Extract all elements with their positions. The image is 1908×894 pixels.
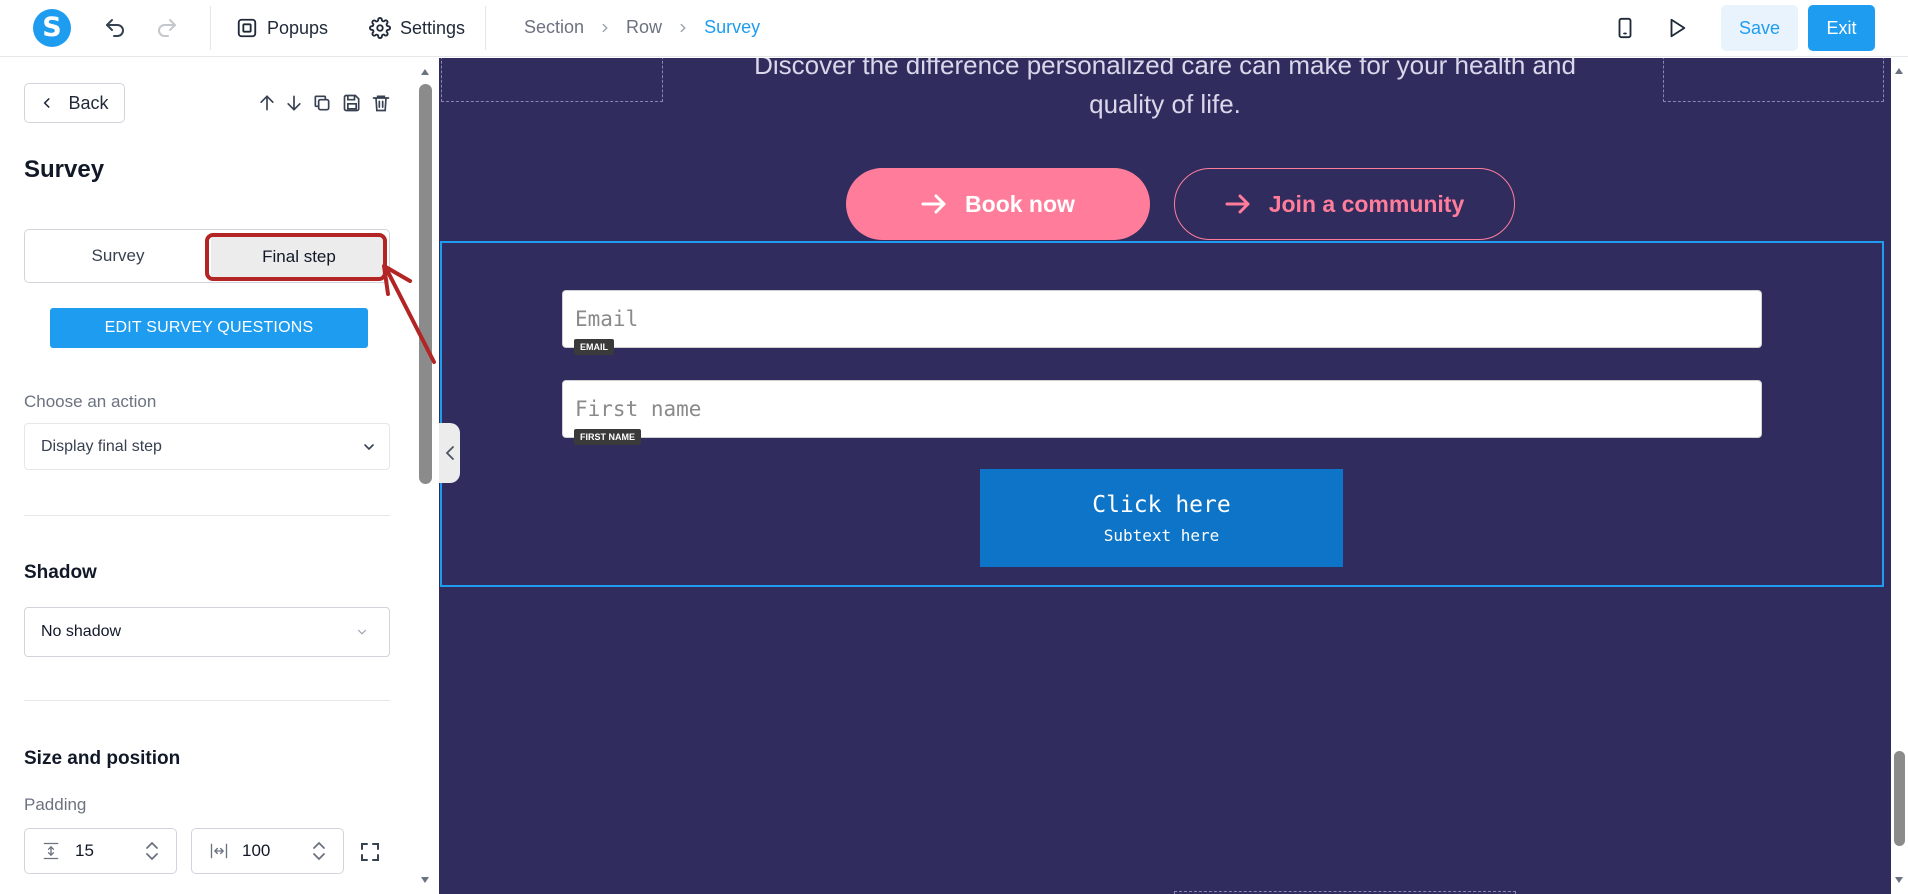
- stepper-icon[interactable]: [311, 839, 327, 863]
- exit-button[interactable]: Exit: [1808, 5, 1875, 51]
- panel-title: Survey: [24, 156, 105, 183]
- breadcrumb: Section Row Survey: [524, 17, 760, 38]
- play-preview-icon[interactable]: [1663, 14, 1691, 42]
- stepper-icon[interactable]: [144, 839, 160, 863]
- shadow-select-value: No shadow: [41, 623, 122, 640]
- chevron-down-icon: [361, 439, 377, 455]
- submit-main-text: Click here: [1092, 491, 1231, 518]
- annotation-arrow-icon: [382, 264, 436, 364]
- app-logo[interactable]: S: [33, 9, 71, 47]
- canvas-scrollbar-thumb[interactable]: [1894, 751, 1905, 846]
- join-community-button[interactable]: Join a community: [1174, 168, 1515, 240]
- shadow-section-title: Shadow: [24, 562, 97, 583]
- submit-subtext: Subtext here: [1103, 525, 1220, 545]
- horizontal-padding-icon: [208, 841, 230, 861]
- chevron-right-icon: [598, 21, 612, 35]
- email-field[interactable]: Email: [562, 290, 1762, 348]
- size-position-title: Size and position: [24, 748, 181, 769]
- edit-survey-questions-button[interactable]: EDIT SURVEY QUESTIONS: [50, 308, 368, 348]
- trash-icon[interactable]: [369, 91, 393, 115]
- properties-panel: Back Survey Survey Final step EDIT SURVE…: [0, 58, 436, 894]
- hero-line-2: quality of life.: [1089, 89, 1241, 119]
- popup-icon: [237, 18, 257, 38]
- submit-button[interactable]: Click here Subtext here: [980, 469, 1343, 567]
- book-now-label: Book now: [965, 190, 1075, 217]
- action-select[interactable]: Display final step: [24, 423, 390, 470]
- action-label: Choose an action: [24, 392, 157, 411]
- back-label: Back: [68, 92, 109, 113]
- toolbar-divider: [210, 6, 211, 50]
- chevron-right-icon: [676, 21, 690, 35]
- arrow-up-icon[interactable]: [255, 91, 279, 115]
- chevron-left-icon: [445, 446, 454, 460]
- collapse-panel-handle[interactable]: [439, 423, 460, 483]
- annotation-highlight-box: [205, 233, 387, 281]
- hero-description: Discover the difference personalized car…: [439, 58, 1891, 124]
- first-name-field-tag: FIRST NAME: [574, 429, 641, 445]
- join-community-label: Join a community: [1268, 190, 1465, 217]
- chevron-down-icon: [355, 625, 369, 639]
- settings-menu[interactable]: Settings: [369, 14, 465, 42]
- mobile-preview-icon[interactable]: [1611, 14, 1639, 42]
- shadow-select[interactable]: No shadow: [24, 607, 390, 657]
- top-toolbar: S Popups Settings Section Row Survey Sav…: [0, 0, 1908, 57]
- settings-label: Settings: [400, 17, 466, 38]
- arrow-down-icon[interactable]: [282, 91, 306, 115]
- breadcrumb-section[interactable]: Section: [524, 17, 584, 38]
- tab-survey[interactable]: Survey: [25, 230, 211, 282]
- padding-vertical-value: 15: [75, 841, 94, 860]
- email-field-tag: EMAIL: [574, 339, 614, 355]
- duplicate-icon[interactable]: [310, 91, 334, 115]
- first-name-placeholder: First name: [575, 397, 702, 421]
- first-name-field[interactable]: First name: [562, 380, 1762, 438]
- padding-horizontal-input[interactable]: 100: [191, 828, 344, 874]
- redo-icon[interactable]: [153, 14, 181, 42]
- save-element-icon[interactable]: [340, 91, 364, 115]
- undo-icon[interactable]: [101, 14, 129, 42]
- save-button[interactable]: Save: [1721, 5, 1798, 51]
- vertical-padding-icon: [41, 841, 61, 861]
- editor-canvas: Discover the difference personalized car…: [439, 58, 1891, 894]
- back-button[interactable]: Back: [24, 83, 125, 123]
- breadcrumb-survey[interactable]: Survey: [704, 17, 760, 38]
- arrow-right-icon: [921, 194, 946, 214]
- padding-label: Padding: [24, 795, 87, 814]
- divider: [24, 515, 390, 516]
- popups-label: Popups: [267, 17, 329, 38]
- breadcrumb-row[interactable]: Row: [626, 17, 662, 38]
- chevron-left-icon: [44, 98, 50, 108]
- popups-menu[interactable]: Popups: [236, 14, 328, 42]
- gear-icon: [369, 17, 391, 39]
- arrow-right-icon: [1225, 194, 1250, 214]
- expand-padding-icon[interactable]: [358, 840, 382, 864]
- toolbar-divider: [485, 6, 486, 50]
- hero-line-1: Discover the difference personalized car…: [754, 58, 1576, 80]
- book-now-button[interactable]: Book now: [846, 168, 1150, 240]
- divider: [24, 700, 390, 701]
- padding-vertical-input[interactable]: 15: [24, 828, 177, 874]
- padding-horizontal-value: 100: [242, 841, 271, 860]
- email-placeholder: Email: [575, 307, 639, 331]
- action-select-value: Display final step: [41, 437, 162, 455]
